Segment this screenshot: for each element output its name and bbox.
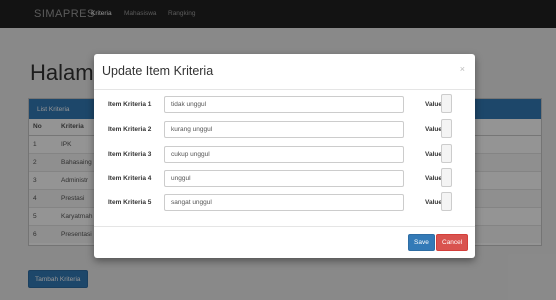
item-kriteria-input[interactable]: tidak unggul (164, 96, 404, 113)
item-kriteria-label: Item Kriteria 3 (108, 151, 152, 158)
value-label: Value (425, 175, 442, 182)
item-kriteria-label: Item Kriteria 5 (108, 199, 152, 206)
value-input[interactable] (441, 144, 452, 163)
value-label: Value (425, 151, 442, 158)
value-label: Value (425, 126, 442, 133)
item-kriteria-row-2: Item Kriteria 2 kurang unggul Value (94, 119, 475, 139)
value-input[interactable] (441, 168, 452, 187)
item-kriteria-label: Item Kriteria 1 (108, 101, 152, 108)
modal-footer: Save Cancel (94, 226, 475, 258)
item-kriteria-row-4: Item Kriteria 4 unggul Value (94, 168, 475, 188)
item-kriteria-row-5: Item Kriteria 5 sangat unggul Value (94, 192, 475, 212)
value-input[interactable] (441, 192, 452, 211)
cancel-button[interactable]: Cancel (436, 234, 469, 251)
item-kriteria-row-3: Item Kriteria 3 cukup unggul Value (94, 144, 475, 164)
item-kriteria-row-1: Item Kriteria 1 tidak unggul Value (94, 94, 475, 114)
value-label: Value (425, 199, 442, 206)
modal-title: Update Item Kriteria (102, 64, 214, 78)
item-kriteria-label: Item Kriteria 2 (108, 126, 152, 133)
item-kriteria-label: Item Kriteria 4 (108, 175, 152, 182)
save-button[interactable]: Save (408, 234, 435, 251)
item-kriteria-input[interactable]: unggul (164, 170, 404, 187)
item-kriteria-input[interactable]: cukup unggul (164, 146, 404, 163)
update-item-modal: Update Item Kriteria × Item Kriteria 1 t… (94, 54, 475, 258)
item-kriteria-input[interactable]: sangat unggul (164, 194, 404, 211)
value-label: Value (425, 101, 442, 108)
close-icon[interactable]: × (460, 64, 465, 74)
item-kriteria-input[interactable]: kurang unggul (164, 121, 404, 138)
value-input[interactable] (441, 119, 452, 138)
value-input[interactable] (441, 94, 452, 113)
modal-header: Update Item Kriteria × (94, 54, 475, 90)
